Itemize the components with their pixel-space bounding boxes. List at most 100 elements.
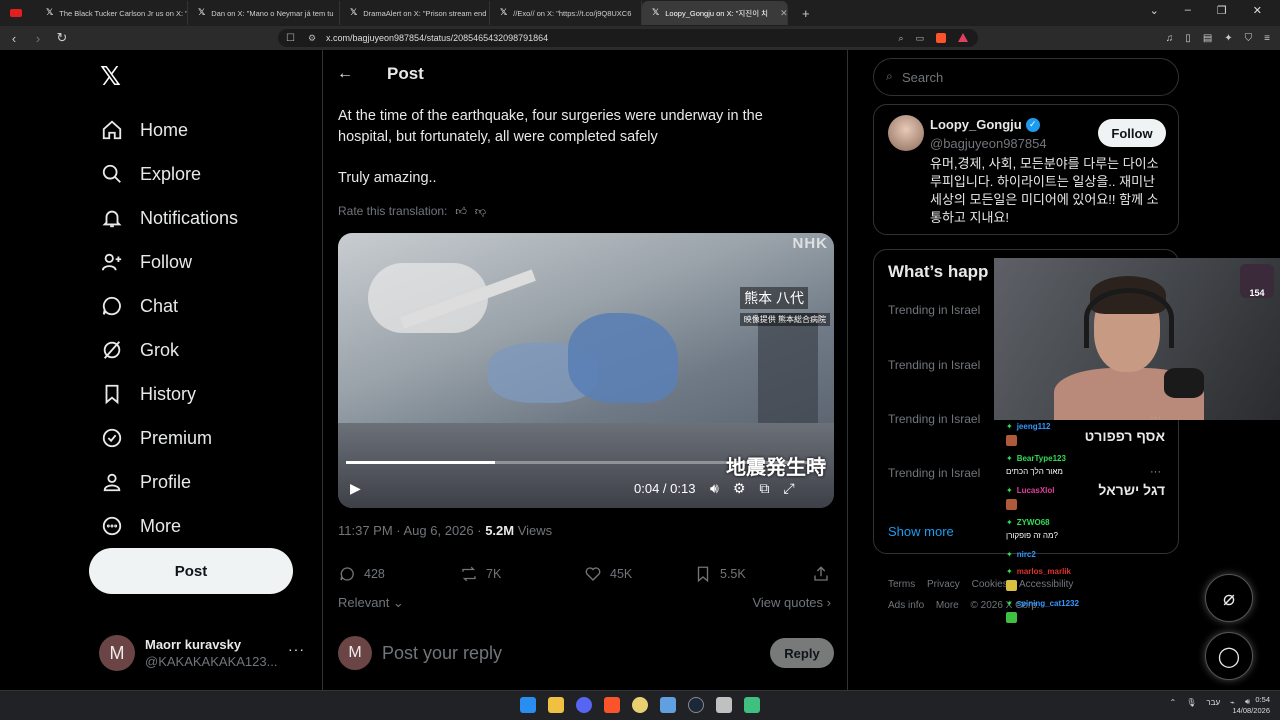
author-name[interactable]: Loopy_Gongju ✓ bbox=[930, 117, 1040, 132]
bookmark-page-icon[interactable]: ☐ bbox=[286, 33, 295, 44]
nav-item-more[interactable]: More bbox=[100, 504, 238, 548]
zoom-icon[interactable]: ⌕ bbox=[898, 33, 903, 44]
views-count: 5.2M bbox=[485, 523, 515, 538]
show-more-link[interactable]: Show more bbox=[888, 524, 954, 539]
browser-tab[interactable]: 𝕏 Dan on X: "Mano o Neymar já tem tu bbox=[188, 1, 340, 25]
nav-item-history[interactable]: History bbox=[100, 372, 238, 416]
browser-tab-active[interactable]: 𝕏 Loopy_Gongju on X: "지진이 치 ✕ bbox=[642, 1, 788, 25]
reply-action[interactable]: 428 bbox=[338, 565, 460, 583]
pip-icon[interactable]: ⧉ bbox=[759, 480, 769, 497]
app-icon[interactable] bbox=[660, 697, 676, 713]
youtube-tab-icon[interactable] bbox=[10, 9, 22, 17]
like-action[interactable]: 45K bbox=[584, 565, 694, 583]
footer-link[interactable]: Privacy bbox=[927, 579, 960, 590]
x-logo[interactable]: 𝕏 bbox=[100, 62, 121, 92]
leo-icon[interactable]: ✦ bbox=[1224, 33, 1232, 44]
brave-rewards-icon[interactable] bbox=[958, 32, 968, 42]
footer-link[interactable]: Terms bbox=[888, 579, 915, 590]
minimize-icon[interactable]: – bbox=[1185, 4, 1191, 17]
reply-input[interactable]: Post your reply bbox=[382, 643, 502, 664]
browser-tab[interactable]: 𝕏 The Black Tucker Carlson Jr us on X: " bbox=[36, 1, 188, 25]
browser-tab[interactable]: 𝕏 //Exo// on X: "https://t.co/j9Q8UXC6 bbox=[490, 1, 642, 25]
post-button[interactable]: Post bbox=[89, 548, 293, 594]
url-input[interactable]: ☐ ⚙ x.com/bagjuyeon987854/status/2085465… bbox=[278, 29, 978, 47]
app-icon[interactable] bbox=[632, 697, 648, 713]
cast-icon[interactable]: ▭ bbox=[915, 33, 924, 44]
avatar[interactable] bbox=[888, 115, 924, 151]
tab-list-icon[interactable]: ⌄ bbox=[1150, 4, 1159, 17]
fullscreen-icon[interactable]: ⤢ bbox=[783, 480, 794, 497]
clock[interactable]: 0:54 14/08/2026 bbox=[1232, 694, 1270, 716]
mic-icon[interactable]: 🎙︎ bbox=[1186, 698, 1196, 707]
tweet-timestamp[interactable]: 11:37 PM · Aug 6, 2026 · bbox=[338, 523, 485, 538]
share-action[interactable] bbox=[812, 565, 830, 583]
person-plus-icon bbox=[100, 250, 124, 274]
repost-action[interactable]: 7K bbox=[460, 565, 584, 583]
trend-context[interactable]: Trending in Israel bbox=[888, 358, 980, 372]
back-arrow-icon[interactable]: ← bbox=[337, 65, 367, 83]
bookmark-action[interactable]: 5.5K bbox=[694, 565, 812, 583]
discord-icon[interactable] bbox=[576, 697, 592, 713]
search-icon bbox=[100, 162, 124, 186]
sidebar-icon[interactable]: ▯ bbox=[1185, 33, 1191, 44]
close-window-icon[interactable]: ✕ bbox=[1253, 4, 1262, 17]
forward-icon[interactable]: › bbox=[28, 31, 48, 46]
trend-context[interactable]: Trending in Israel bbox=[888, 412, 980, 426]
nav-item-home[interactable]: Home bbox=[100, 108, 238, 152]
volume-icon[interactable]: 🔊︎ bbox=[710, 480, 719, 497]
file-explorer-icon[interactable] bbox=[548, 697, 564, 713]
reply-button[interactable]: Reply bbox=[770, 638, 834, 668]
app-icon[interactable] bbox=[716, 697, 732, 713]
thumbs-up-icon[interactable]: 👍︎ bbox=[455, 205, 467, 218]
nav-item-explore[interactable]: Explore bbox=[100, 152, 238, 196]
x-logo-icon: 𝕏 bbox=[652, 8, 660, 18]
chevron-right-icon: › bbox=[823, 595, 831, 610]
settings-gear-icon[interactable]: ⚙ bbox=[733, 480, 746, 497]
grok-button[interactable]: ⌀ bbox=[1205, 574, 1253, 622]
back-icon[interactable]: ‹ bbox=[4, 31, 24, 46]
thumbs-down-icon[interactable]: 👎︎ bbox=[475, 205, 486, 218]
video-progress-bar[interactable] bbox=[346, 461, 826, 464]
footer-link[interactable]: More bbox=[936, 600, 959, 611]
menu-icon[interactable]: ≡ bbox=[1264, 33, 1270, 44]
site-settings-icon[interactable]: ⚙ bbox=[308, 33, 316, 44]
app-icon[interactable] bbox=[744, 697, 760, 713]
bookmark-count: 5.5K bbox=[720, 567, 746, 581]
nav-item-follow[interactable]: Follow bbox=[100, 240, 238, 284]
reply-sort-dropdown[interactable]: Relevant ⌄ bbox=[338, 595, 404, 611]
reload-icon[interactable]: ↻ bbox=[52, 30, 72, 46]
browser-tab[interactable]: 𝕏 DramaAlert on X: "Prison stream end bbox=[340, 1, 490, 25]
view-quotes-link[interactable]: View quotes › bbox=[752, 595, 831, 610]
footer-link[interactable]: Ads info bbox=[888, 600, 924, 611]
nav-item-profile[interactable]: Profile bbox=[100, 460, 238, 504]
messages-button[interactable]: ◯ bbox=[1205, 632, 1253, 680]
close-tab-icon[interactable]: ✕ bbox=[780, 8, 787, 19]
follow-button[interactable]: Follow bbox=[1098, 119, 1166, 147]
new-tab-icon[interactable]: + bbox=[802, 6, 810, 21]
nav-item-notifications[interactable]: Notifications bbox=[100, 196, 238, 240]
maximize-icon[interactable]: ❐ bbox=[1217, 4, 1227, 17]
viewer-count-badge: 154 bbox=[1240, 264, 1274, 298]
chevron-up-icon[interactable]: ⌃ bbox=[1170, 698, 1177, 707]
nav-item-grok[interactable]: Grok bbox=[100, 328, 238, 372]
account-switcher[interactable]: M Maorr kuravsky @KAKAKAKAKA123... ··· bbox=[99, 633, 309, 673]
trend-context[interactable]: Trending in Israel bbox=[888, 466, 980, 480]
address-bar: ‹ › ↻ ☐ ⚙ x.com/bagjuyeon987854/status/2… bbox=[0, 26, 1280, 50]
brave-icon[interactable] bbox=[604, 697, 620, 713]
more-dots-icon[interactable]: ··· bbox=[288, 641, 305, 657]
play-icon[interactable]: ▶ bbox=[350, 480, 361, 497]
media-icon[interactable]: ♫ bbox=[1166, 33, 1174, 44]
vpn-icon[interactable]: ⛉ bbox=[1245, 33, 1253, 44]
emote-icon bbox=[1006, 612, 1017, 623]
windows-start-icon[interactable] bbox=[520, 697, 536, 713]
brave-shields-icon[interactable] bbox=[936, 32, 946, 43]
nav-item-chat[interactable]: Chat bbox=[100, 284, 238, 328]
search-input[interactable]: ⌕ Search bbox=[873, 58, 1179, 96]
trend-context[interactable]: Trending in Israel bbox=[888, 303, 980, 317]
steam-icon[interactable] bbox=[688, 697, 704, 713]
wallet-icon[interactable]: ▤ bbox=[1203, 33, 1212, 44]
nav-item-premium[interactable]: Premium bbox=[100, 416, 238, 460]
reply-count: 428 bbox=[364, 567, 385, 581]
video-player[interactable]: NHK 熊本 八代 映像提供 熊本総合病院 地震発生時 ▶ 0:04 / 0:1… bbox=[338, 233, 834, 508]
language-indicator[interactable]: עבר bbox=[1206, 698, 1220, 707]
